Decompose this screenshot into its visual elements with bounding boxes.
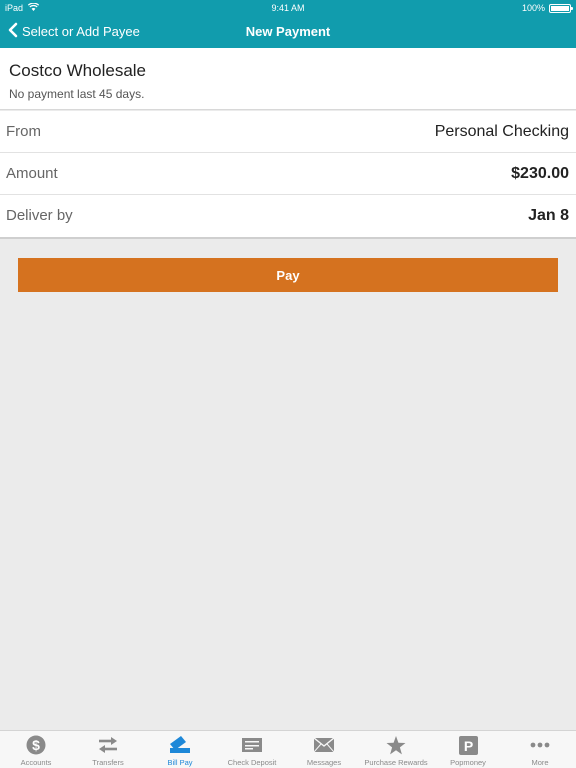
tab-popmoney[interactable]: P Popmoney: [432, 731, 504, 768]
tab-more[interactable]: More: [504, 731, 576, 768]
tab-messages[interactable]: Messages: [288, 731, 360, 768]
tab-label: Messages: [306, 758, 342, 767]
tab-label: Purchase Rewards: [364, 758, 428, 767]
navigation-bar: Select or Add Payee New Payment: [0, 16, 576, 48]
tab-label: Transfers: [92, 758, 124, 767]
tab-label: Popmoney: [450, 758, 486, 767]
amount-value: $230.00: [511, 165, 569, 182]
from-value: Personal Checking: [434, 123, 569, 140]
tab-purchase-rewards[interactable]: Purchase Rewards: [360, 731, 432, 768]
payee-header: Costco Wholesale No payment last 45 days…: [0, 48, 576, 110]
status-bar: iPad 9:41 AM 100%: [0, 0, 576, 16]
payee-note: No payment last 45 days.: [9, 87, 145, 101]
transfer-arrows-icon: [72, 735, 144, 755]
top-bar: iPad 9:41 AM 100% Select or Add Payee Ne…: [0, 0, 576, 48]
amount-label: Amount: [6, 165, 58, 182]
payment-form: From Personal Checking Amount $230.00 De…: [0, 111, 576, 239]
pay-button[interactable]: Pay: [18, 258, 558, 292]
svg-text:P: P: [463, 738, 472, 754]
tab-check-deposit[interactable]: Check Deposit: [216, 731, 288, 768]
deliver-by-row[interactable]: Deliver by Jan 8: [0, 195, 576, 237]
page-title: New Payment: [245, 24, 331, 39]
tab-label: Accounts: [20, 758, 52, 767]
tab-accounts[interactable]: $ Accounts: [0, 731, 72, 768]
tab-label: Check Deposit: [227, 758, 277, 767]
deliver-by-label: Deliver by: [6, 207, 73, 224]
tab-bar: $ Accounts Transfers Bill Pay Check Depo…: [0, 730, 576, 768]
check-icon: [216, 735, 288, 755]
more-dots-icon: [504, 735, 576, 755]
from-account-row[interactable]: From Personal Checking: [0, 111, 576, 153]
svg-text:$: $: [32, 737, 40, 753]
tab-transfers[interactable]: Transfers: [72, 731, 144, 768]
tab-label: Bill Pay: [167, 758, 193, 767]
battery-percent: 100%: [521, 3, 545, 13]
tab-bill-pay[interactable]: Bill Pay: [144, 731, 216, 768]
star-icon: [360, 735, 432, 755]
status-time: 9:41 AM: [271, 3, 305, 13]
deliver-by-value: Jan 8: [528, 207, 569, 224]
bill-pay-icon: [144, 735, 216, 755]
envelope-icon: [288, 735, 360, 755]
battery-icon: [549, 3, 573, 13]
payee-name: Costco Wholesale: [9, 61, 147, 80]
amount-row[interactable]: Amount $230.00: [0, 153, 576, 195]
popmoney-icon: P: [432, 735, 504, 755]
tab-label: More: [531, 758, 549, 767]
from-label: From: [6, 123, 41, 140]
dollar-coin-icon: $: [0, 735, 72, 755]
